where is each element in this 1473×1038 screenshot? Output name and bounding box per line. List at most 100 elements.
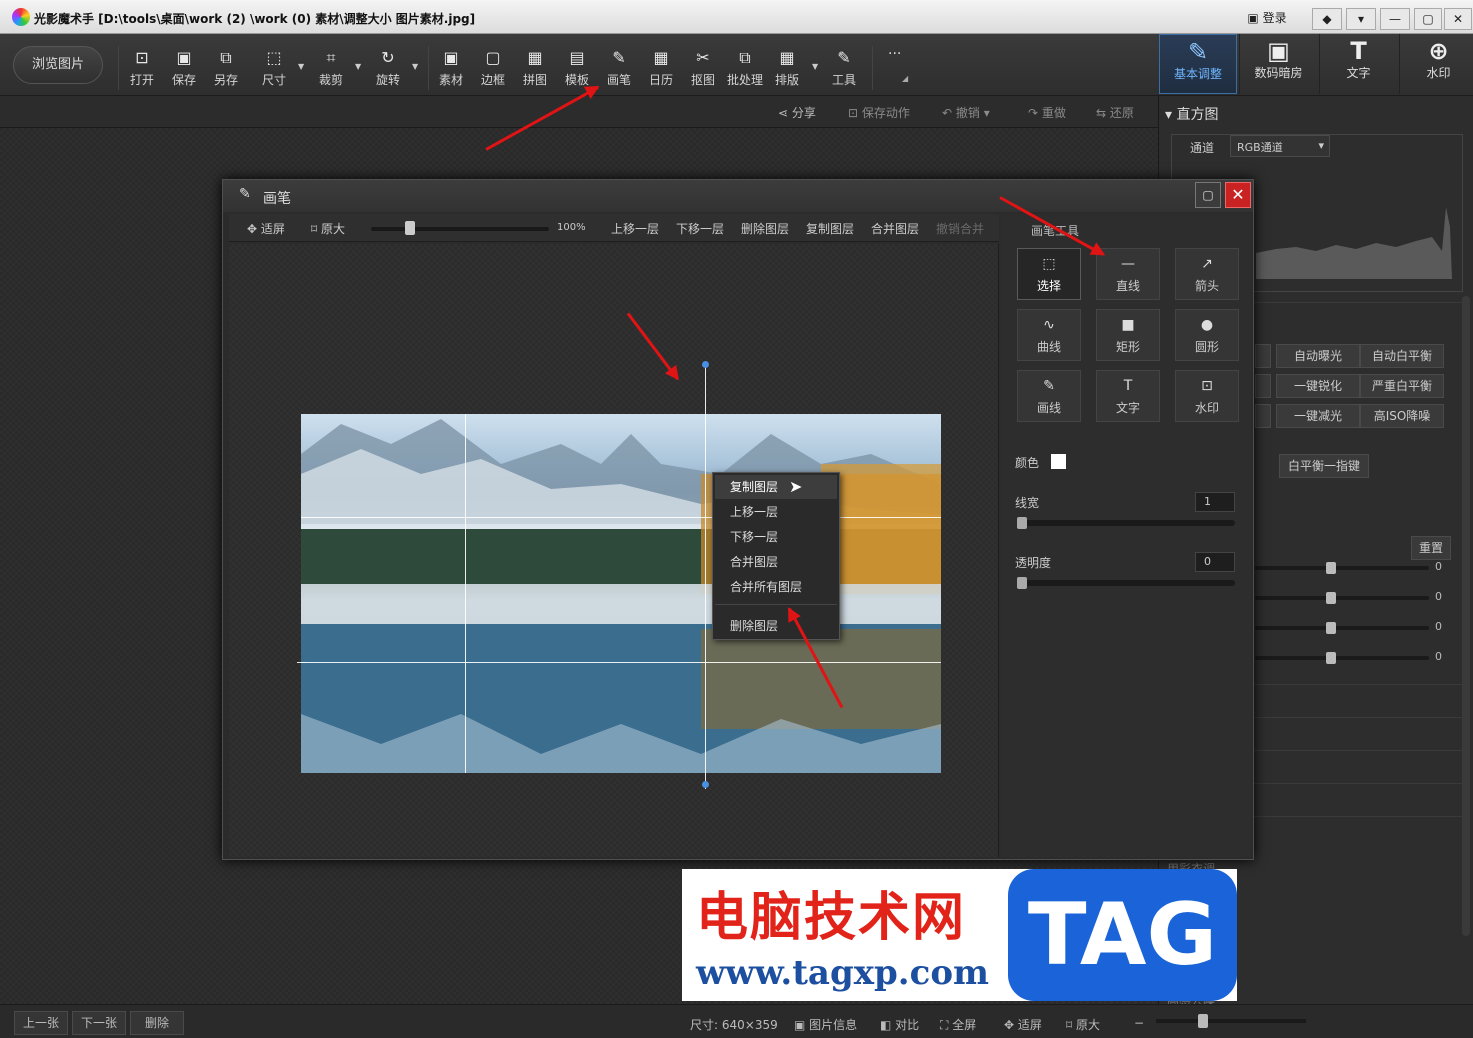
tool-cutout-button[interactable]: ✂ 抠图 xyxy=(683,48,723,88)
adjust-button[interactable]: 自动白平衡 xyxy=(1360,344,1444,368)
resize-dropdown-arrow[interactable]: ▼ xyxy=(298,62,304,71)
dialog-maximize-button[interactable]: ▢ xyxy=(1195,182,1221,208)
drawn-line[interactable] xyxy=(705,364,706,414)
adjust-slider-thumb[interactable] xyxy=(1326,562,1336,574)
adjust-button[interactable]: 一键锐化 xyxy=(1276,374,1360,398)
minimize-button[interactable]: — xyxy=(1380,8,1410,30)
brush-tool-circle[interactable]: ● 圆形 xyxy=(1175,309,1239,361)
drawn-line[interactable] xyxy=(297,662,305,663)
brush-tool-draw[interactable]: ✎ 画线 xyxy=(1017,370,1081,422)
reset-button[interactable]: 重置 xyxy=(1411,536,1451,560)
crop-dropdown-arrow[interactable]: ▼ xyxy=(355,62,361,71)
undo-merge-button[interactable]: 撤销合并 xyxy=(936,220,984,237)
dialog-title-bar[interactable]: ✎ 画笔 ▢ ✕ xyxy=(223,180,1253,212)
adjust-button-partial[interactable] xyxy=(1255,374,1271,398)
compare-button[interactable]: ◧ 对比 xyxy=(880,1016,919,1033)
more-tools-button[interactable]: ··· xyxy=(888,46,901,62)
tool-crop-button[interactable]: ⌗ 裁剪 xyxy=(311,48,351,88)
adjust-slider-thumb[interactable] xyxy=(1326,592,1336,604)
delete-image-button[interactable]: 删除 xyxy=(130,1011,184,1035)
tab-watermark[interactable]: ⊕ 水印 xyxy=(1399,34,1473,94)
dialog-close-button[interactable]: ✕ xyxy=(1225,182,1251,208)
panel-scrollbar[interactable] xyxy=(1462,296,1470,936)
brush-tool-text-tool[interactable]: T 文字 xyxy=(1096,370,1160,422)
brush-tool-curve[interactable]: ∿ 曲线 xyxy=(1017,309,1081,361)
tool-material-button[interactable]: ▣ 素材 xyxy=(431,48,471,88)
tab-text[interactable]: T 文字 xyxy=(1319,34,1397,94)
tool-save-as-button[interactable]: ⧉ 另存 xyxy=(206,48,246,88)
channel-select[interactable]: RGB通道 ▾ xyxy=(1230,135,1330,157)
brush-tool-line[interactable]: — 直线 xyxy=(1096,248,1160,300)
tool-collage-button[interactable]: ▦ 拼图 xyxy=(515,48,555,88)
next-image-button[interactable]: 下一张 xyxy=(72,1011,126,1035)
fit-screen-button[interactable]: ✥ 适屏 xyxy=(247,220,285,237)
tool-save-button[interactable]: ▣ 保存 xyxy=(164,48,204,88)
delete-layer-button[interactable]: 删除图层 xyxy=(741,220,789,237)
adjust-button-partial[interactable] xyxy=(1255,344,1271,368)
menu-item-layer-action[interactable]: 复制图层 xyxy=(715,475,837,499)
tab-adjust[interactable]: ✎ 基本调整 xyxy=(1159,34,1237,94)
tool-batch-button[interactable]: ⧉ 批处理 xyxy=(723,48,767,88)
status-zoom-thumb[interactable] xyxy=(1198,1014,1208,1028)
adjust-button[interactable]: 严重白平衡 xyxy=(1360,374,1444,398)
undo-dropdown-icon[interactable]: ▾ xyxy=(984,106,990,120)
zoom-slider[interactable] xyxy=(371,227,549,231)
adjust-slider-thumb[interactable] xyxy=(1326,622,1336,634)
tool-calendar-button[interactable]: ▦ 日历 xyxy=(641,48,681,88)
zoom-out-icon[interactable]: − xyxy=(1134,1016,1144,1030)
line-width-slider[interactable] xyxy=(1017,520,1235,526)
opacity-slider-thumb[interactable] xyxy=(1017,577,1027,589)
tool-brush-button[interactable]: ✎ 画笔 xyxy=(599,48,639,88)
undo-button[interactable]: ↶ 撤销 ▾ xyxy=(942,104,990,121)
opacity-slider[interactable] xyxy=(1017,580,1235,586)
browse-images-button[interactable]: 浏览图片 xyxy=(13,46,103,84)
adjust-button[interactable]: 自动曝光 xyxy=(1276,344,1360,368)
fullscreen-button[interactable]: ⛶ 全屏 xyxy=(940,1016,976,1033)
tool-open-button[interactable]: ⊡ 打开 xyxy=(122,48,162,88)
tool-resize-button[interactable]: ⬚ 尺寸 xyxy=(254,48,294,88)
close-button[interactable]: ✕ xyxy=(1444,8,1472,30)
adjust-slider[interactable] xyxy=(1255,626,1429,630)
merge-layer-button[interactable]: 合并图层 xyxy=(871,220,919,237)
line-width-input[interactable]: 1 xyxy=(1195,492,1235,512)
menu-item-layer-action[interactable]: 下移一层 xyxy=(715,525,837,549)
brush-tool-select[interactable]: ⬚ 选择 xyxy=(1017,248,1081,300)
save-action-button[interactable]: ⊡ 保存动作 xyxy=(848,104,910,121)
adjust-slider-thumb[interactable] xyxy=(1326,652,1336,664)
toolbar-expand-icon[interactable]: ◢ xyxy=(902,74,908,83)
adjust-slider[interactable] xyxy=(1255,566,1429,570)
line-handle[interactable] xyxy=(702,361,709,368)
menu-item-layer-action[interactable]: 合并所有图层 xyxy=(715,575,837,599)
line-width-slider-thumb[interactable] xyxy=(1017,517,1027,529)
share-button[interactable]: ⋖ 分享 xyxy=(778,104,816,121)
tab-darkroom[interactable]: ▣ 数码暗房 xyxy=(1239,34,1317,94)
adjust-slider[interactable] xyxy=(1255,596,1429,600)
layout-dropdown-arrow[interactable]: ▼ xyxy=(812,62,818,71)
color-swatch[interactable] xyxy=(1051,454,1066,469)
brush-canvas[interactable]: 复制图层上移一层下移一层合并图层合并所有图层 删除图层 ➤ 确定 取消 xyxy=(229,244,999,908)
redo-button[interactable]: ↷ 重做 xyxy=(1028,104,1066,121)
tool-layout-button[interactable]: ▦ 排版 xyxy=(767,48,807,88)
menu-item-layer-action[interactable]: 上移一层 xyxy=(715,500,837,524)
image-info-button[interactable]: ▣ 图片信息 xyxy=(794,1016,857,1033)
copy-layer-button[interactable]: 复制图层 xyxy=(806,220,854,237)
rotate-dropdown-arrow[interactable]: ▼ xyxy=(412,62,418,71)
brush-tool-watermark-tool[interactable]: ⊡ 水印 xyxy=(1175,370,1239,422)
brush-tool-rectangle[interactable]: ■ 矩形 xyxy=(1096,309,1160,361)
original-size-status-button[interactable]: ⌑ 原大 xyxy=(1066,1016,1100,1033)
menu-item-delete-layer[interactable]: 删除图层 xyxy=(715,614,837,638)
menu-item-layer-action[interactable]: 合并图层 xyxy=(715,550,837,574)
line-handle[interactable] xyxy=(702,781,709,788)
status-zoom-slider[interactable] xyxy=(1156,1019,1306,1023)
adjust-slider[interactable] xyxy=(1255,656,1429,660)
zoom-slider-thumb[interactable] xyxy=(404,221,415,235)
move-layer-down-button[interactable]: 下移一层 xyxy=(676,220,724,237)
skin-button[interactable]: ◆ xyxy=(1312,8,1342,30)
previous-image-button[interactable]: 上一张 xyxy=(14,1011,68,1035)
tool-rotate-button[interactable]: ↻ 旋转 xyxy=(368,48,408,88)
original-size-button[interactable]: ⌑ 原大 xyxy=(311,220,345,237)
tool-wrench-button[interactable]: ✎ 工具 xyxy=(824,48,864,88)
adjust-button[interactable]: 一键减光 xyxy=(1276,404,1360,428)
restore-button[interactable]: ⇆ 还原 xyxy=(1096,104,1134,121)
histogram-header[interactable]: ▾ 直方图 xyxy=(1165,104,1218,124)
